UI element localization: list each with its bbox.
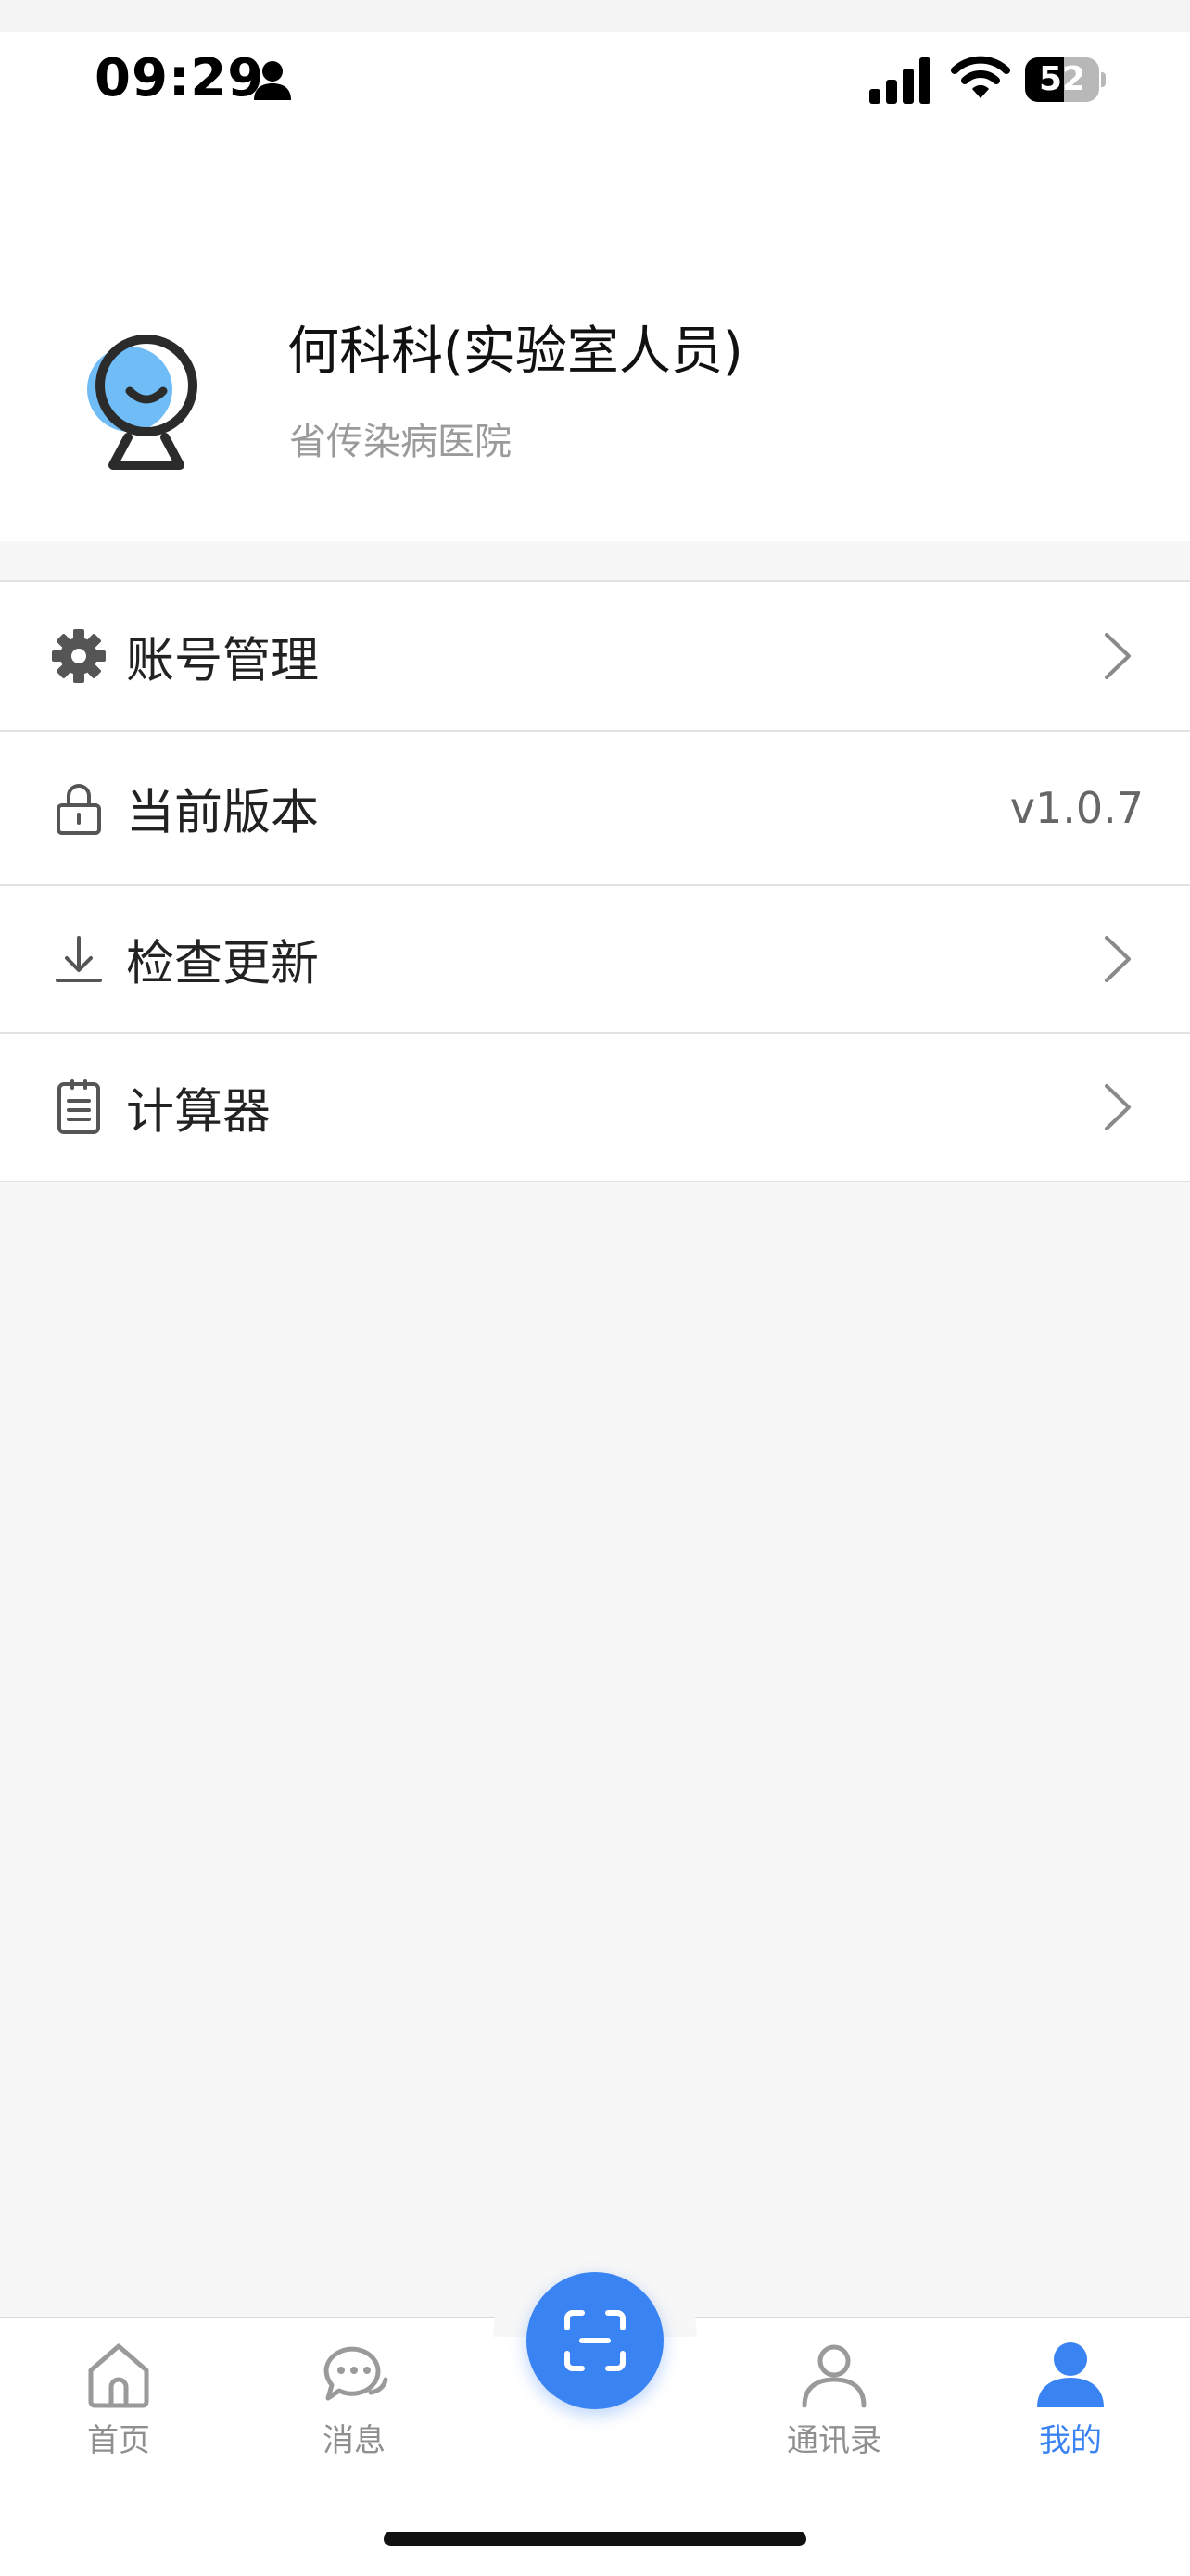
menu-item-label: 账号管理 <box>126 633 320 689</box>
profile-icon <box>1037 2342 1104 2407</box>
tab-contacts[interactable]: 通讯录 <box>760 2339 908 2469</box>
person-icon <box>254 61 291 100</box>
menu-item-label: 当前版本 <box>126 785 320 841</box>
chevron-right-icon <box>1105 936 1131 982</box>
menu-item-check-update[interactable]: 检查更新 <box>0 886 1190 1034</box>
settings-menu: 账号管理 当前版本 v1.0.7 检查更新 计算器 <box>0 580 1190 1182</box>
scan-button[interactable] <box>526 2272 664 2409</box>
profile-name: 何科科(实验室人员) <box>287 322 743 382</box>
chevron-right-icon <box>1105 633 1131 679</box>
tab-mine[interactable]: 我的 <box>996 2339 1145 2469</box>
menu-item-current-version: 当前版本 v1.0.7 <box>0 732 1190 886</box>
menu-item-calculator[interactable]: 计算器 <box>0 1034 1190 1182</box>
battery-icon: 52 <box>1025 57 1106 102</box>
menu-item-label: 检查更新 <box>126 936 320 992</box>
tab-messages[interactable]: 消息 <box>280 2339 428 2469</box>
profile-organization: 省传染病医院 <box>289 421 512 463</box>
home-icon <box>88 2343 149 2408</box>
cellular-signal-icon <box>869 57 930 104</box>
lock-icon <box>57 784 101 835</box>
version-value: v1.0.7 <box>1009 783 1144 833</box>
menu-item-label: 计算器 <box>126 1084 272 1141</box>
top-strip <box>0 0 1190 32</box>
scan-icon <box>564 2310 626 2371</box>
chat-icon <box>323 2346 388 2401</box>
profile-header: 何科科(实验室人员) 省传染病医院 <box>0 152 1190 541</box>
wifi-icon <box>951 56 1010 98</box>
gear-icon <box>52 629 106 683</box>
status-time: 09:29 <box>95 48 265 108</box>
tab-label: 我的 <box>1039 2422 1102 2459</box>
download-icon <box>56 936 102 982</box>
tab-label: 首页 <box>87 2422 150 2459</box>
chevron-right-icon <box>1105 1084 1131 1130</box>
menu-item-account-management[interactable]: 账号管理 <box>0 582 1190 732</box>
status-bar: 09:29 52 <box>0 32 1190 152</box>
battery-level: 52 <box>1038 60 1086 98</box>
tab-label: 通讯录 <box>787 2422 881 2459</box>
tab-label: 消息 <box>323 2422 386 2459</box>
clipboard-list-icon <box>57 1079 100 1134</box>
tab-home[interactable]: 首页 <box>44 2339 193 2469</box>
avatar-icon[interactable] <box>82 326 211 474</box>
home-indicator <box>384 2532 806 2546</box>
contacts-icon <box>802 2344 867 2408</box>
